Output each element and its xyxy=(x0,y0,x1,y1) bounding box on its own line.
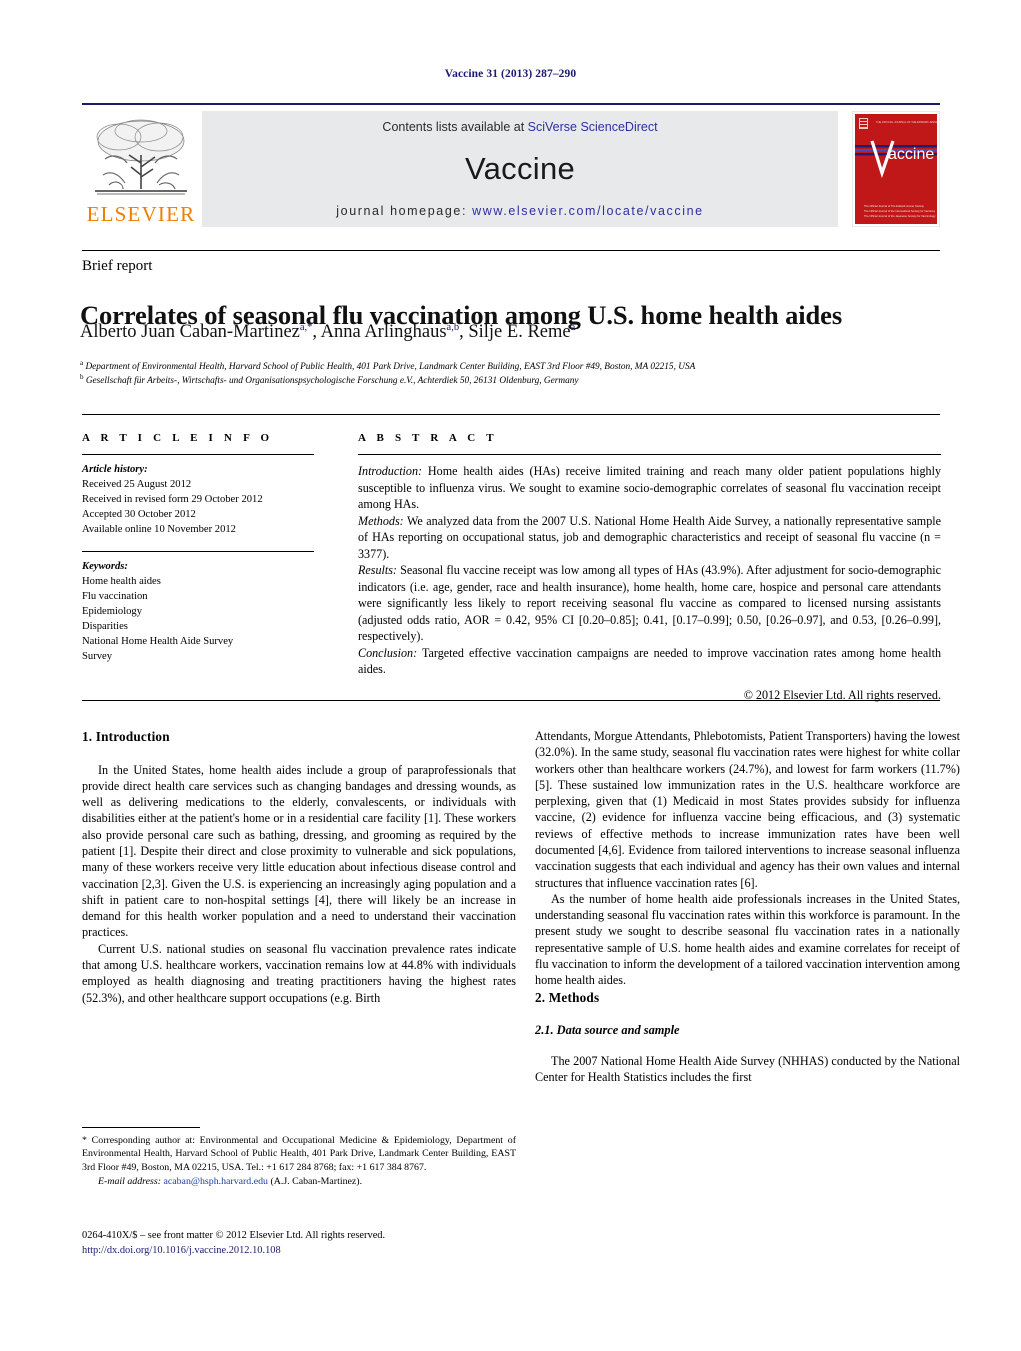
article-history-label: Article history: xyxy=(82,464,148,475)
body-paragraph: Attendants, Morgue Attendants, Phlebotom… xyxy=(535,729,960,890)
body-paragraph: As the number of home health aide profes… xyxy=(535,891,960,988)
email-link[interactable]: acaban@hsph.harvard.edu xyxy=(163,1176,268,1187)
svg-text:accine: accine xyxy=(888,146,934,163)
article-info-heading: A R T I C L E I N F O xyxy=(82,432,274,444)
abstract-conclusion-text: Targeted effective vaccination campaigns… xyxy=(358,645,941,677)
contents-prefix: Contents lists available at xyxy=(382,120,528,134)
body-paragraph: In the United States, home health aides … xyxy=(82,762,516,940)
section-heading-introduction: 1. Introduction xyxy=(82,729,170,744)
affiliation-a-text: Department of Environmental Health, Harv… xyxy=(85,362,696,373)
svg-text:The Official Journal of the In: The Official Journal of the Internationa… xyxy=(864,209,936,213)
author-list: Alberto Juan Caban-Martineza,*, Anna Arl… xyxy=(80,322,576,343)
section-heading-methods: 2. Methods xyxy=(535,989,600,1005)
contents-lists-line: Contents lists available at SciVerse Sci… xyxy=(202,120,838,134)
running-head: Vaccine 31 (2013) 287–290 xyxy=(444,68,577,80)
keyword-item: Home health aides xyxy=(82,576,161,588)
keywords-label: Keywords: xyxy=(82,561,128,573)
keywords-block: Keywords: Home health aides Flu vaccinat… xyxy=(82,559,314,664)
abstract-introduction-text: Home health aides (HAs) receive limited … xyxy=(358,464,941,511)
elsevier-wordmark: ELSEVIER xyxy=(86,202,196,226)
abstract-conclusion-label: Conclusion: xyxy=(358,645,418,660)
article-info-rule xyxy=(82,454,314,455)
abstract-methods-text: We analyzed data from the 2007 U.S. Nati… xyxy=(358,513,941,561)
footnote-block: * Corresponding author at: Environmental… xyxy=(82,1127,516,1187)
abstract-band-rule-top xyxy=(82,414,940,415)
journal-homepage-line: journal homepage: www.elsevier.com/locat… xyxy=(202,204,838,218)
svg-text:THE OFFICIAL JOURNAL OF THE ED: THE OFFICIAL JOURNAL OF THE EDWARD JENNE… xyxy=(876,120,940,124)
abstract-results-label: Results: xyxy=(358,563,397,577)
keyword-item: Epidemiology xyxy=(82,606,143,618)
abstract-methods: Methods: We analyzed data from the 2007 … xyxy=(358,513,941,563)
abstract-results: Results: Seasonal flu vaccine receipt wa… xyxy=(358,562,941,645)
journal-title: Vaccine xyxy=(464,151,576,186)
footnote-divider xyxy=(82,1127,200,1128)
subsection-heading-data-source: 2.1. Data source and sample xyxy=(535,1023,680,1038)
email-attribution: (A.J. Caban-Martinez). xyxy=(267,1176,363,1188)
title-divider-top xyxy=(82,250,940,251)
abstract-conclusion: Conclusion: Targeted effective vaccinati… xyxy=(358,645,941,678)
history-item: Received in revised form 29 October 2012 xyxy=(82,494,263,506)
abstract-rule xyxy=(358,454,941,455)
keyword-item: Survey xyxy=(82,651,113,663)
issn-frontmatter-line: 0264-410X/$ – see front matter © 2012 El… xyxy=(82,1230,386,1241)
corresponding-author-note: * Corresponding author at: Environmental… xyxy=(82,1135,516,1173)
masthead-center-panel: Contents lists available at SciVerse Sci… xyxy=(202,111,838,227)
journal-masthead: ELSEVIER Contents lists available at Sci… xyxy=(82,103,952,228)
journal-homepage-link[interactable]: www.elsevier.com/locate/vaccine xyxy=(472,204,704,218)
body-column-left: 1. Introduction In the United States, ho… xyxy=(82,728,516,1006)
cover-artwork: THE OFFICIAL JOURNAL OF THE EDWARD JENNE… xyxy=(851,110,952,228)
abstract-introduction: Introduction: Home health aides (HAs) re… xyxy=(358,463,941,513)
keyword-item: Disparities xyxy=(82,621,128,633)
svg-text:The Official Journal of The Ed: The Official Journal of The Edward Jenne… xyxy=(864,204,924,208)
svg-text:The Official Journal of the Ja: The Official Journal of the Japanese Soc… xyxy=(864,214,936,218)
homepage-prefix: journal homepage: xyxy=(336,204,473,218)
affiliation-b: b Gesellschaft für Arbeits-, Wirtschafts… xyxy=(80,373,579,387)
body-paragraph: Current U.S. national studies on seasona… xyxy=(82,941,516,1005)
article-history-block: Article history: Received 25 August 2012… xyxy=(82,462,314,537)
article-page: Vaccine 31 (2013) 287–290 ELSEVIER Conte… xyxy=(0,0,1021,1351)
history-item: Received 25 August 2012 xyxy=(82,479,192,491)
doi-link[interactable]: http://dx.doi.org/10.1016/j.vaccine.2012… xyxy=(82,1243,552,1258)
abstract-introduction-label: Introduction: xyxy=(358,464,423,478)
article-type-label: Brief report xyxy=(82,258,153,274)
email-note: E-mail address: acaban@hsph.harvard.edu … xyxy=(82,1176,516,1187)
article-info-column: A R T I C L E I N F O Article history: R… xyxy=(82,432,314,664)
abstract-column: A B S T R A C T Introduction: Home healt… xyxy=(358,432,941,703)
abstract-band-rule-bottom xyxy=(82,700,940,701)
sciencedirect-link[interactable]: SciVerse ScienceDirect xyxy=(528,120,658,134)
imprint-block: 0264-410X/$ – see front matter © 2012 El… xyxy=(82,1228,552,1258)
elsevier-logo: ELSEVIER xyxy=(82,111,200,227)
abstract-heading: A B S T R A C T xyxy=(358,432,498,444)
keyword-item: National Home Health Aide Survey xyxy=(82,636,234,648)
abstract-methods-label: Methods: xyxy=(358,513,404,528)
affiliation-b-text: Gesellschaft für Arbeits-, Wirtschafts- … xyxy=(85,376,579,387)
email-label: E-mail address: xyxy=(98,1176,161,1188)
body-paragraph: The 2007 National Home Health Aide Surve… xyxy=(535,1053,960,1084)
journal-cover-thumbnail[interactable]: THE OFFICIAL JOURNAL OF THE EDWARD JENNE… xyxy=(851,110,952,228)
keywords-rule xyxy=(82,551,314,553)
elsevier-tree-icon xyxy=(95,119,187,195)
keyword-item: Flu vaccination xyxy=(82,591,148,603)
abstract-body: Introduction: Home health aides (HAs) re… xyxy=(358,463,941,703)
abstract-results-text: Seasonal flu vaccine receipt was low amo… xyxy=(358,563,941,643)
body-column-right: Attendants, Morgue Attendants, Phlebotom… xyxy=(535,728,960,1085)
history-item: Available online 10 November 2012 xyxy=(82,524,236,536)
affiliation-a: a Department of Environmental Health, Ha… xyxy=(80,359,696,373)
history-item: Accepted 30 October 2012 xyxy=(82,509,196,521)
